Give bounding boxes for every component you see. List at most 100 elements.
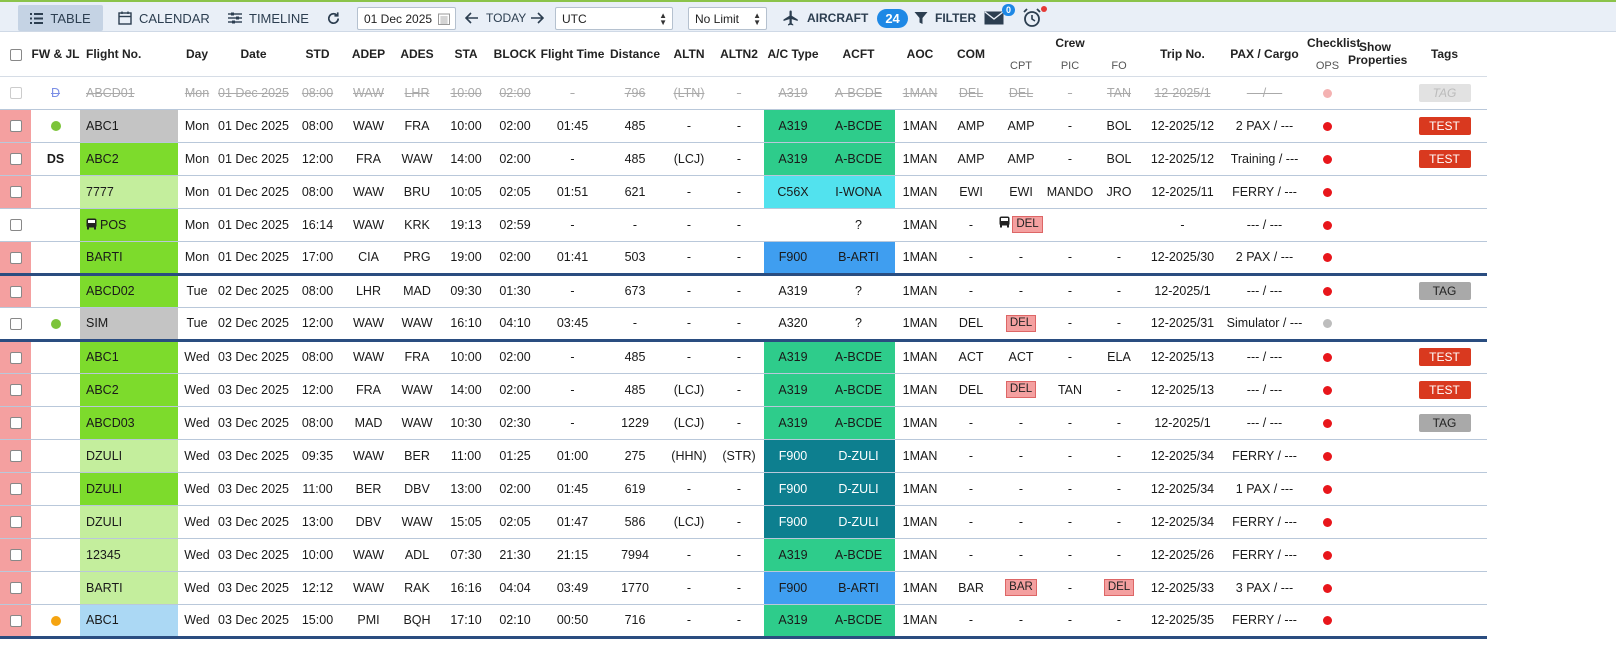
row-checkbox[interactable]: [9, 549, 22, 562]
flight-row[interactable]: 12345 Wed 03 Dec 2025 10:00 WAW ADL 07:30 21:30…: [0, 538, 1487, 572]
row-checkbox[interactable]: [9, 251, 22, 264]
tag-badge[interactable]: TEST: [1418, 380, 1471, 399]
flight-number-cell[interactable]: ABCD01: [80, 76, 178, 110]
flight-row[interactable]: DZULI Wed 03 Dec 2025 11:00 BER DBV 13:00 02:00…: [0, 472, 1487, 506]
aircraft-button[interactable]: AIRCRAFT 24: [782, 5, 908, 31]
ops-status-dot-icon[interactable]: [1323, 616, 1332, 626]
col-std[interactable]: STD: [291, 32, 344, 77]
flight-row[interactable]: ABC2 Wed 03 Dec 2025 12:00 FRA WAW 14:00 02:00-…: [0, 373, 1487, 407]
table-view-tab[interactable]: TABLE: [18, 5, 103, 31]
row-checkbox[interactable]: [9, 582, 22, 595]
ops-status-dot-icon[interactable]: [1323, 583, 1332, 593]
ops-status-dot-icon[interactable]: [1323, 154, 1332, 164]
row-select-cell[interactable]: [0, 439, 31, 473]
col-altn[interactable]: ALTN: [664, 32, 714, 77]
flight-number-cell[interactable]: ABC1: [80, 340, 178, 374]
previous-day-button[interactable]: [465, 5, 479, 31]
col-crew-cpt[interactable]: CPT: [997, 54, 1045, 77]
col-tags[interactable]: Tags: [1402, 32, 1487, 77]
flight-row[interactable]: ABC1 Wed 03 Dec 2025 08:00 WAW FRA 10:00 02:00-…: [0, 340, 1487, 374]
tag-badge[interactable]: TEST: [1418, 149, 1471, 168]
flight-number-cell[interactable]: POS: [80, 208, 178, 242]
row-checkbox[interactable]: [9, 450, 22, 463]
flight-row[interactable]: SIM Tue 02 Dec 2025 12:00 WAW WAW 16:10 04:10 03…: [0, 307, 1487, 342]
tag-badge[interactable]: TEST: [1418, 348, 1471, 366]
flight-number-cell[interactable]: DZULI: [80, 439, 178, 473]
select-all-checkbox[interactable]: [0, 32, 31, 77]
ops-status-dot-icon[interactable]: [1323, 220, 1332, 230]
col-ac-type[interactable]: A/C Type: [764, 32, 822, 77]
row-select-cell[interactable]: [0, 571, 31, 605]
flight-number-cell[interactable]: 7777: [80, 175, 178, 209]
row-checkbox[interactable]: [9, 614, 22, 627]
tag-badge[interactable]: TAG: [1418, 282, 1471, 300]
messages-button[interactable]: 0: [984, 4, 1016, 31]
flight-row[interactable]: ABC1 Mon 01 Dec 2025 08:00 WAW FRA 10:00 02:00 0…: [0, 109, 1487, 143]
row-select-cell[interactable]: [0, 472, 31, 506]
refresh-button[interactable]: [326, 5, 341, 31]
ops-status-dot-icon[interactable]: [1323, 287, 1332, 297]
flight-number-cell[interactable]: ABC1: [80, 604, 178, 639]
row-checkbox[interactable]: [9, 317, 22, 330]
row-checkbox[interactable]: [9, 483, 22, 496]
row-checkbox[interactable]: [9, 219, 22, 232]
row-checkbox[interactable]: [9, 351, 22, 364]
col-fw-jl[interactable]: FW & JL: [31, 32, 80, 77]
col-flight-no[interactable]: Flight No.: [80, 32, 178, 77]
calendar-view-tab[interactable]: CALENDAR: [118, 5, 210, 31]
next-day-button[interactable]: [530, 5, 544, 31]
flight-row[interactable]: DZULI Wed 03 Dec 2025 13:00 DBV WAW 15:05 02:05…: [0, 505, 1487, 539]
col-com[interactable]: COM: [945, 32, 997, 77]
row-select-cell[interactable]: [0, 340, 31, 374]
tag-badge[interactable]: TAG: [1418, 413, 1471, 432]
row-select-cell[interactable]: [0, 109, 31, 143]
col-altn2[interactable]: ALTN2: [714, 32, 764, 77]
ops-status-dot-icon[interactable]: [1323, 385, 1332, 395]
col-trip-no[interactable]: Trip No.: [1143, 32, 1222, 77]
flight-number-cell[interactable]: ABC2: [80, 373, 178, 407]
ops-status-dot-icon[interactable]: [1323, 88, 1332, 98]
flight-row[interactable]: BARTI Wed 03 Dec 2025 12:12 WAW RAK 16:16 04:04…: [0, 571, 1487, 605]
row-select-cell[interactable]: [0, 505, 31, 539]
flight-row[interactable]: D ABCD01 Mon 01 Dec 2025 08:00 WAW LHR 10:00 02:…: [0, 76, 1487, 110]
row-checkbox[interactable]: [9, 417, 22, 430]
flight-number-cell[interactable]: DZULI: [80, 505, 178, 539]
flight-number-cell[interactable]: ABC1: [80, 109, 178, 143]
flight-row[interactable]: ABCD02 Tue 02 Dec 2025 08:00 LHR MAD 09:30 01:3…: [0, 274, 1487, 308]
row-select-cell[interactable]: [0, 604, 31, 639]
limit-select[interactable]: No Limit ▲ ▼: [688, 7, 767, 30]
row-select-cell[interactable]: [0, 274, 31, 308]
col-distance[interactable]: Distance: [606, 32, 664, 77]
flight-number-cell[interactable]: ABCD03: [80, 406, 178, 440]
ops-status-dot-icon[interactable]: [1323, 121, 1332, 131]
col-block[interactable]: BLOCK: [491, 32, 539, 77]
col-day[interactable]: Day: [178, 32, 216, 77]
col-sta[interactable]: STA: [441, 32, 491, 77]
flight-number-cell[interactable]: ABCD02: [80, 274, 178, 308]
timeline-view-tab[interactable]: TIMELINE: [228, 5, 309, 31]
row-checkbox[interactable]: [9, 516, 22, 529]
row-select-cell[interactable]: [0, 241, 31, 276]
ops-status-dot-icon[interactable]: [1323, 451, 1332, 461]
row-select-cell[interactable]: [0, 406, 31, 440]
calendar-picker-icon[interactable]: [438, 13, 450, 25]
flight-number-cell[interactable]: 12345: [80, 538, 178, 572]
ops-status-dot-icon[interactable]: [1323, 187, 1332, 197]
row-checkbox[interactable]: [9, 384, 22, 397]
ops-status-dot-icon[interactable]: [1323, 253, 1332, 263]
row-select-cell[interactable]: [0, 373, 31, 407]
flight-number-cell[interactable]: DZULI: [80, 472, 178, 506]
tag-badge[interactable]: TEST: [1418, 116, 1471, 135]
ops-status-dot-icon[interactable]: [1323, 353, 1332, 363]
flight-number-cell[interactable]: ABC2: [80, 142, 178, 176]
col-aoc[interactable]: AOC: [895, 32, 945, 77]
flight-row[interactable]: BARTI Mon 01 Dec 2025 17:00 CIA PRG 19:00 02:00…: [0, 241, 1487, 276]
ops-status-dot-icon[interactable]: [1323, 550, 1332, 560]
col-crew-fo[interactable]: FO: [1095, 54, 1143, 77]
col-checklist-ops[interactable]: OPS: [1307, 54, 1348, 77]
flight-number-cell[interactable]: BARTI: [80, 571, 178, 605]
row-select-cell[interactable]: [0, 142, 31, 176]
filter-button[interactable]: FILTER: [914, 5, 976, 31]
col-date[interactable]: Date: [216, 32, 291, 77]
row-select-cell[interactable]: [0, 538, 31, 572]
